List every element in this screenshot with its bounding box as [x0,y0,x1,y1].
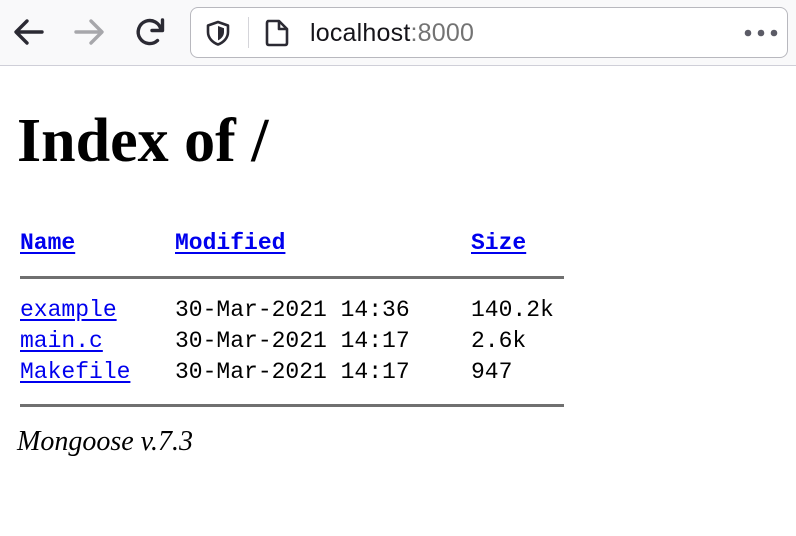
server-signature: Mongoose v.7.3 [17,426,193,457]
modified-cell: 30-Mar-2021 14:17 [175,359,410,385]
url-host: localhost [310,19,411,47]
reload-button[interactable] [131,13,169,51]
table-header: Name Modified Size [20,228,564,259]
forward-button[interactable] [70,13,108,51]
shield-icon[interactable] [205,20,231,46]
url-separator [248,17,249,48]
table-row: main.c 30-Mar-2021 14:17 2.6k [20,326,564,357]
size-cell: 947 [471,359,513,385]
modified-cell: 30-Mar-2021 14:36 [175,297,410,323]
table-row: example 30-Mar-2021 14:36 140.2k [20,295,564,326]
url-port: :8000 [410,19,475,47]
more-icon[interactable] [743,21,779,45]
browser-toolbar: localhost:8000 [0,0,796,66]
back-arrow-icon [14,19,44,45]
sort-by-name-link[interactable]: Name [20,230,75,256]
address-bar[interactable]: localhost:8000 [190,7,788,58]
sort-by-size-link[interactable]: Size [471,230,526,256]
back-button[interactable] [10,13,48,51]
table-row: Makefile 30-Mar-2021 14:17 947 [20,357,564,388]
directory-listing: Name Modified Size example 30-Mar-2021 1… [20,228,564,407]
modified-cell: 30-Mar-2021 14:17 [175,328,410,354]
reload-icon [136,18,165,46]
url-text[interactable]: localhost:8000 [310,18,474,48]
file-link[interactable]: Makefile [20,359,130,385]
page-title: Index of / [17,107,269,175]
footer-rule [20,404,564,407]
page-icon[interactable] [263,18,291,48]
sort-by-modified-link[interactable]: Modified [175,230,285,256]
size-cell: 140.2k [471,297,554,323]
file-link[interactable]: main.c [20,328,103,354]
size-cell: 2.6k [471,328,527,354]
file-link[interactable]: example [20,297,117,323]
forward-arrow-icon [74,19,104,45]
